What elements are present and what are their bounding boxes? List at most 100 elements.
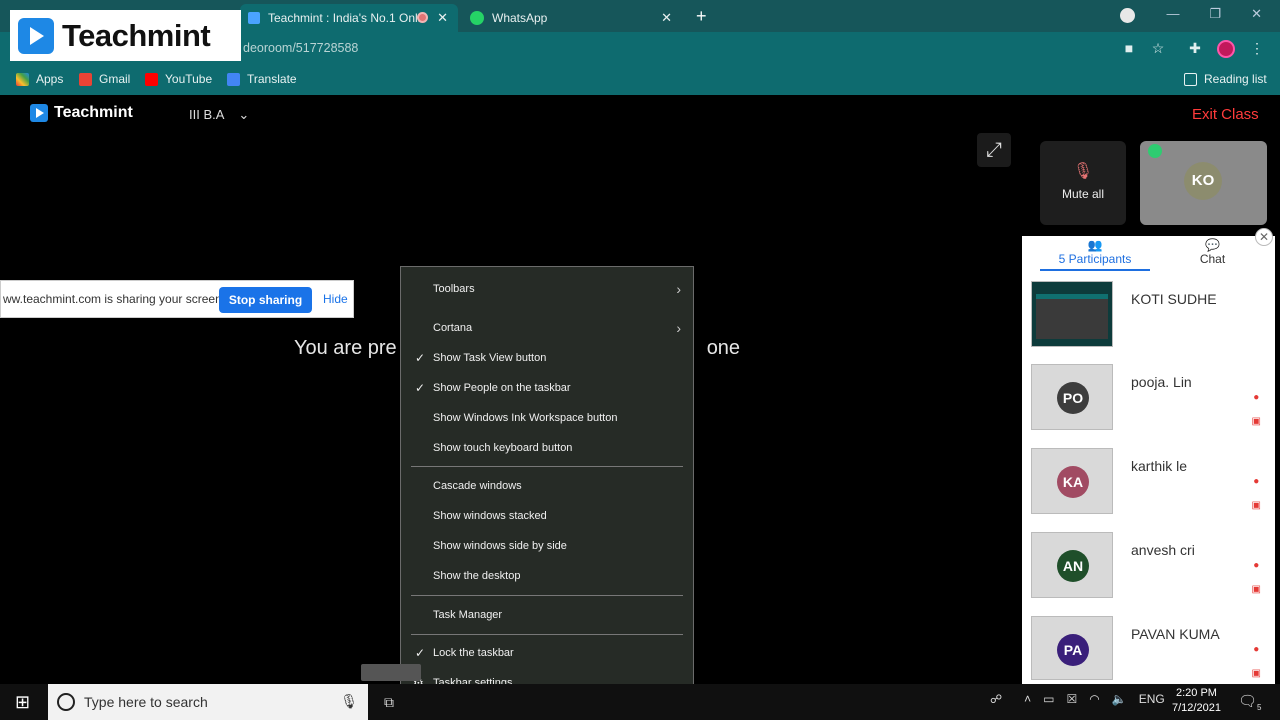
new-tab-button[interactable]: + xyxy=(696,6,707,27)
apps-grid-icon xyxy=(16,72,29,86)
bookmark-label: YouTube xyxy=(165,72,213,86)
people-icon[interactable]: ☍ xyxy=(990,692,1002,706)
more-menu-icon[interactable]: ⋮ xyxy=(1249,40,1265,56)
mic-muted-icon[interactable]: ● ▣ xyxy=(1252,386,1261,434)
participant-row[interactable]: AN anvesh cri ● ▣ xyxy=(1031,532,1271,598)
tab-label: 5 Participants xyxy=(1058,252,1132,266)
language-indicator[interactable]: ENG xyxy=(1139,692,1165,706)
close-tab-icon[interactable]: ✕ xyxy=(661,10,672,26)
tab-title: Teachmint : India's No.1 Onli xyxy=(268,11,421,25)
mic-muted-icon[interactable]: ● ▣ xyxy=(1252,638,1261,686)
menu-item-show-task-view[interactable]: Show Task View button xyxy=(433,352,546,364)
minimize-icon[interactable]: — xyxy=(1166,6,1179,22)
notification-center-icon[interactable]: 🗨5 xyxy=(1238,692,1262,712)
reading-list-icon xyxy=(1184,72,1197,86)
participant-name: karthik le xyxy=(1131,458,1188,474)
menu-item-show-windows-stacked[interactable]: Show windows stacked xyxy=(433,510,547,522)
bookmark-gmail[interactable]: Gmail xyxy=(79,72,130,86)
submenu-arrow-icon: › xyxy=(676,320,681,336)
checkmark-icon: ✓ xyxy=(415,351,426,365)
tab-search-icon[interactable] xyxy=(1120,8,1135,23)
battery-icon[interactable]: ▭ xyxy=(1043,692,1054,706)
extensions-icon[interactable]: ✚ xyxy=(1187,40,1203,56)
tab-label: Chat xyxy=(1199,252,1226,266)
bookmark-star-icon[interactable]: ☆ xyxy=(1150,40,1166,56)
presenting-text-right: one xyxy=(706,337,741,359)
restore-icon[interactable]: ❐ xyxy=(1209,6,1221,22)
people-icon: 👥 xyxy=(1087,238,1103,252)
checkmark-icon: ✓ xyxy=(415,381,426,395)
chevron-up-icon[interactable]: ˄ xyxy=(1024,692,1031,706)
url-field[interactable]: deoroom/517728588 xyxy=(243,41,358,55)
participant-row[interactable]: PA PAVAN KUMA ● ▣ xyxy=(1031,616,1271,680)
whatsapp-favicon-icon xyxy=(470,11,484,25)
participant-row[interactable]: PO pooja. Lin ● ▣ xyxy=(1031,364,1271,430)
screen-share-notification: ww.teachmint.com is sharing your screen.… xyxy=(0,280,354,318)
taskbar-context-menu: Toolbars › Cortana › ✓ Show Task View bu… xyxy=(400,266,694,708)
wifi-icon[interactable]: ◠ xyxy=(1089,692,1099,706)
microphone-icon[interactable]: 🎙 xyxy=(340,693,358,710)
app-brand: Teachmint xyxy=(54,104,133,121)
chat-bubble-icon: 💬 xyxy=(1205,238,1220,252)
close-panel-icon[interactable]: ✕ xyxy=(1255,228,1273,246)
participant-avatar: AN xyxy=(1057,550,1089,582)
class-selector[interactable]: III B.A ⌄ xyxy=(189,107,249,123)
bookmark-apps[interactable]: Apps xyxy=(16,72,63,86)
menu-item-show-touch-keyboard[interactable]: Show touch keyboard button xyxy=(433,442,572,454)
menu-item-show-desktop[interactable]: Show the desktop xyxy=(433,570,520,582)
participant-row[interactable]: KA karthik le ● ▣ xyxy=(1031,448,1271,514)
menu-item-show-people[interactable]: Show People on the taskbar xyxy=(433,382,571,394)
share-notice-text: ww.teachmint.com is sharing your screen. xyxy=(3,292,226,306)
tab-participants[interactable]: 👥 5 Participants xyxy=(1040,238,1150,271)
menu-item-cortana[interactable]: Cortana xyxy=(433,322,472,334)
bookmark-translate[interactable]: Translate xyxy=(227,72,297,86)
mic-muted-icon[interactable]: ● ▣ xyxy=(1252,470,1261,518)
mute-all-button[interactable]: 🎙 Mute all xyxy=(1040,141,1126,225)
translate-icon xyxy=(227,72,240,86)
task-view-icon[interactable]: ⧉ xyxy=(384,694,394,711)
menu-item-cascade-windows[interactable]: Cascade windows xyxy=(433,480,522,492)
screen-share-thumbnail xyxy=(1031,281,1113,347)
exit-class-button[interactable]: Exit Class xyxy=(1192,106,1259,123)
menu-item-show-windows-side-by-side[interactable]: Show windows side by side xyxy=(433,540,567,552)
tab-chat[interactable]: 💬 Chat xyxy=(1185,238,1240,266)
menu-item-show-ink-workspace[interactable]: Show Windows Ink Workspace button xyxy=(433,412,617,424)
cortana-circle-icon xyxy=(57,693,75,711)
participant-avatar: KA xyxy=(1057,466,1089,498)
menu-item-task-manager[interactable]: Task Manager xyxy=(433,609,502,621)
camera-icon[interactable]: ■ xyxy=(1121,40,1137,56)
volume-icon[interactable]: 🔈 xyxy=(1112,692,1127,706)
taskbar-tooltip xyxy=(361,664,421,681)
menu-item-lock-taskbar[interactable]: Lock the taskbar xyxy=(433,647,514,659)
bookmarks-bar: Apps Gmail YouTube Translate Reading lis… xyxy=(0,64,1280,95)
security-icon[interactable]: ☒ xyxy=(1067,692,1078,706)
expand-icon[interactable]: ⤢ xyxy=(977,133,1011,167)
reading-list[interactable]: Reading list xyxy=(1184,72,1267,86)
participant-name: KOTI SUDHE xyxy=(1131,291,1217,307)
participant-thumbnail: AN xyxy=(1031,532,1113,598)
taskbar-search-box[interactable]: Type here to search 🎙 xyxy=(48,684,368,720)
system-tray: ☍ ˄ ▭ ☒ ◠ 🔈 ENG xyxy=(990,692,1165,706)
host-avatar: KO xyxy=(1184,162,1222,200)
stop-sharing-button[interactable]: Stop sharing xyxy=(219,287,312,313)
participant-thumbnail: KA xyxy=(1031,448,1113,514)
windows-start-icon[interactable]: ⊞ xyxy=(15,692,30,713)
menu-separator xyxy=(411,634,683,635)
menu-item-toolbars[interactable]: Toolbars xyxy=(433,283,475,295)
hide-button[interactable]: Hide xyxy=(323,292,348,306)
participant-avatar: PO xyxy=(1057,382,1089,414)
close-window-icon[interactable]: ✕ xyxy=(1251,6,1262,22)
participant-avatar: PA xyxy=(1057,634,1089,666)
tab-teachmint[interactable]: Teachmint : India's No.1 Onli ✕ xyxy=(240,4,458,32)
bookmark-youtube[interactable]: YouTube xyxy=(145,72,212,86)
participant-row[interactable]: KOTI SUDHE xyxy=(1031,281,1271,347)
participant-thumbnail: PA xyxy=(1031,616,1113,680)
profile-avatar[interactable] xyxy=(1217,40,1235,58)
clock[interactable]: 2:20 PM 7/12/2021 xyxy=(1172,686,1221,716)
bookmark-label: Gmail xyxy=(99,72,131,86)
close-tab-icon[interactable]: ✕ xyxy=(437,10,448,26)
clock-date: 7/12/2021 xyxy=(1172,702,1221,714)
mic-muted-icon[interactable]: ● ▣ xyxy=(1252,554,1261,602)
tab-whatsapp[interactable]: WhatsApp ✕ xyxy=(462,4,682,32)
participant-name: PAVAN KUMA xyxy=(1131,626,1220,642)
